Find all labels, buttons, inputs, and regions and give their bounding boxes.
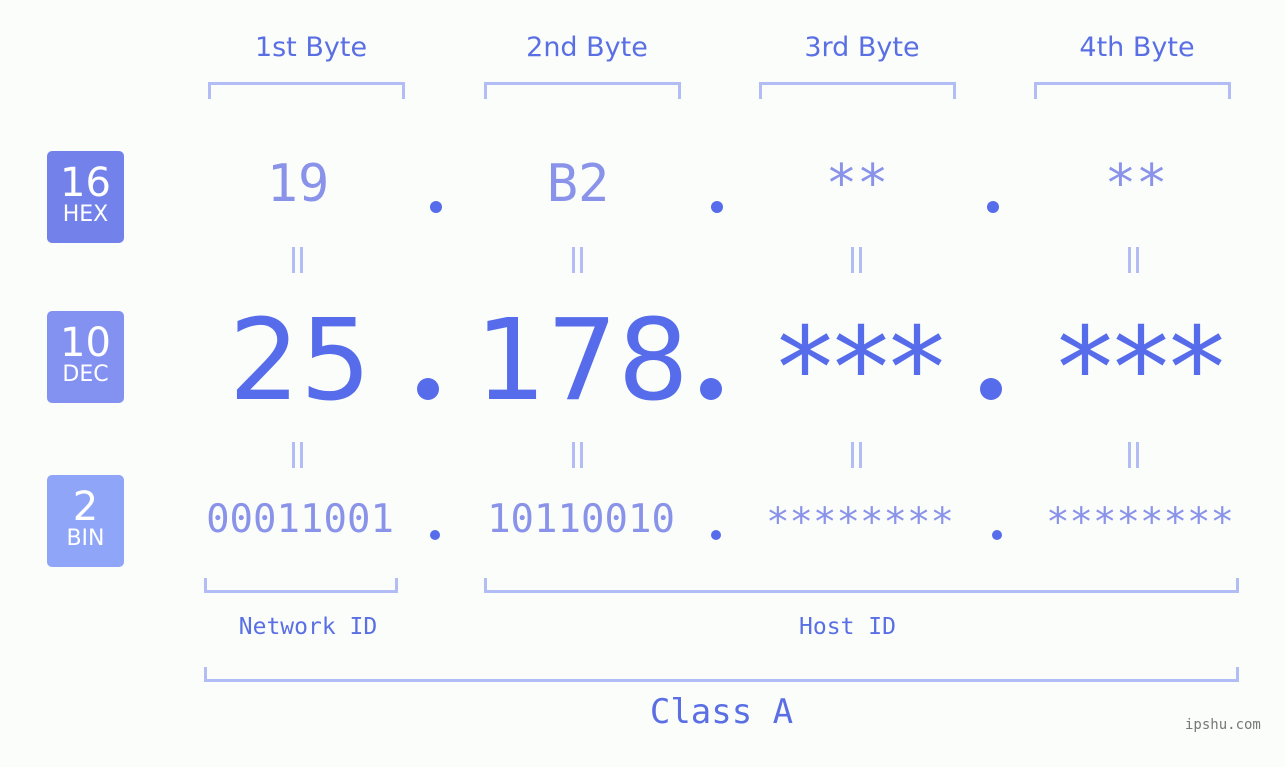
dec-badge-number: 10 xyxy=(60,320,111,366)
hex-badge: 16 HEX xyxy=(47,151,124,243)
equals-marker xyxy=(572,442,584,468)
dec-dot-3 xyxy=(980,378,1002,400)
bin-byte-2: 10110010 xyxy=(487,497,675,542)
equals-marker xyxy=(292,442,304,468)
bin-dot-3 xyxy=(992,530,1002,540)
bin-badge-label: BIN xyxy=(66,526,105,551)
equals-marker xyxy=(1128,442,1140,468)
equals-marker xyxy=(851,442,863,468)
byte-header-2: 2nd Byte xyxy=(526,32,648,63)
hex-byte-4: ** xyxy=(1104,154,1168,214)
hex-byte-1: 19 xyxy=(266,154,330,214)
host-id-label: Host ID xyxy=(799,614,896,640)
dec-byte-4: *** xyxy=(1057,304,1225,434)
byte-bracket-1 xyxy=(208,82,405,99)
bin-dot-1 xyxy=(430,530,440,540)
hex-badge-label: HEX xyxy=(62,202,109,227)
watermark: ipshu.com xyxy=(1185,717,1261,733)
hex-byte-3: ** xyxy=(825,154,889,214)
bin-byte-1: 00011001 xyxy=(206,497,394,542)
bin-badge: 2 BIN xyxy=(47,475,124,567)
bin-badge-number: 2 xyxy=(72,484,99,530)
byte-bracket-2 xyxy=(484,82,681,99)
dec-byte-1: 25 xyxy=(228,296,372,426)
class-bracket xyxy=(204,667,1239,682)
class-label: Class A xyxy=(649,692,794,732)
bin-dot-2 xyxy=(711,530,721,540)
hex-dot-1 xyxy=(430,201,442,213)
byte-bracket-3 xyxy=(759,82,956,99)
dec-dot-2 xyxy=(700,378,722,400)
dec-badge-label: DEC xyxy=(62,362,109,387)
dec-byte-2: 178 xyxy=(475,296,689,426)
bin-byte-3: ******** xyxy=(766,500,954,545)
dec-dot-1 xyxy=(417,378,439,400)
bin-byte-4: ******** xyxy=(1046,500,1234,545)
hex-dot-3 xyxy=(987,201,999,213)
hex-dot-2 xyxy=(711,201,723,213)
byte-header-1: 1st Byte xyxy=(254,32,368,63)
hex-badge-number: 16 xyxy=(60,160,111,206)
equals-marker xyxy=(1128,247,1140,273)
byte-header-4: 4th Byte xyxy=(1079,32,1195,63)
dec-badge: 10 DEC xyxy=(47,311,124,403)
equals-marker xyxy=(572,247,584,273)
byte-bracket-4 xyxy=(1034,82,1231,99)
network-id-bracket xyxy=(204,578,398,593)
dec-byte-3: *** xyxy=(777,304,945,434)
equals-marker xyxy=(851,247,863,273)
host-id-bracket xyxy=(484,578,1239,593)
hex-byte-2: B2 xyxy=(546,154,610,214)
equals-marker xyxy=(292,247,304,273)
network-id-label: Network ID xyxy=(238,614,378,640)
byte-header-3: 3rd Byte xyxy=(804,32,920,63)
